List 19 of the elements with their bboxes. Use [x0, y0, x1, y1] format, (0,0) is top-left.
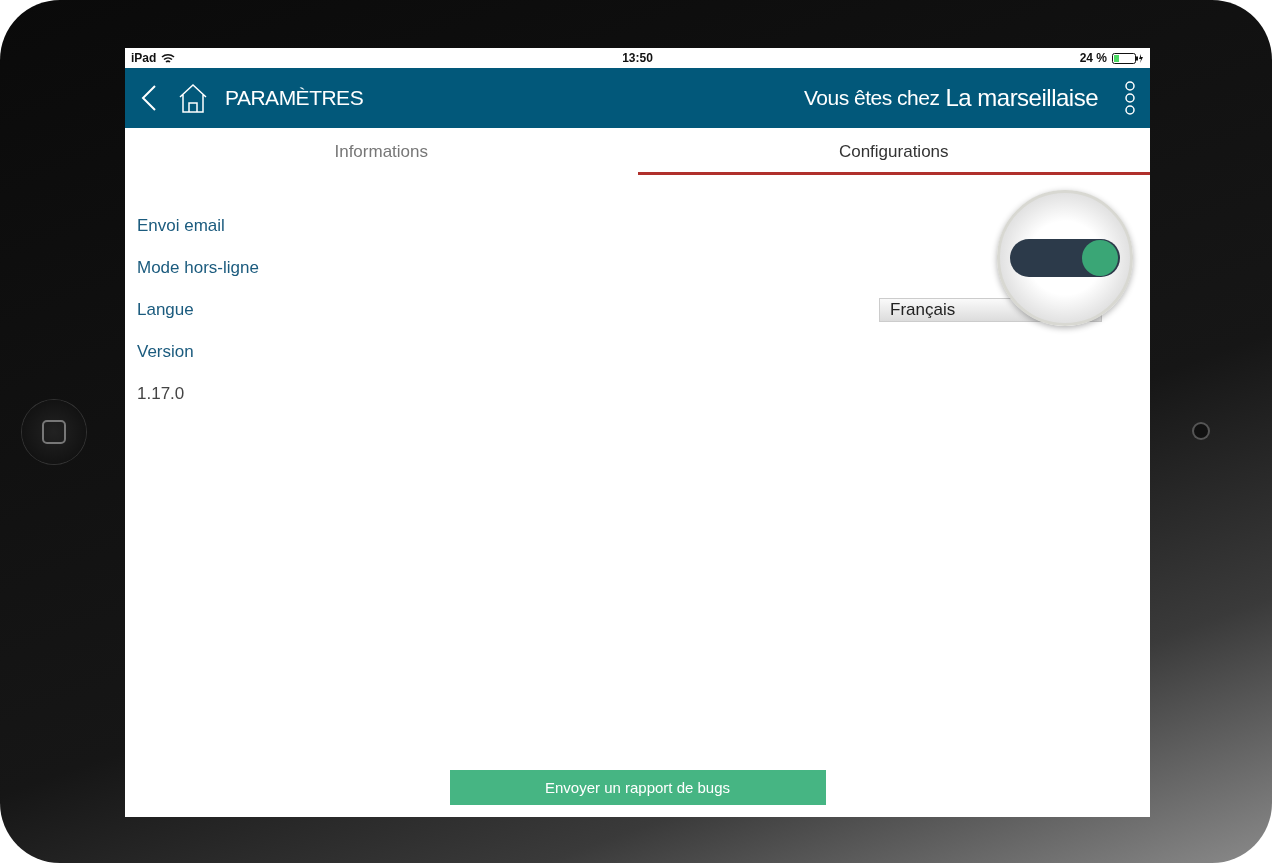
restaurant-name: La marseillaise — [945, 84, 1098, 112]
home-icon[interactable] — [177, 82, 209, 114]
wifi-icon — [161, 52, 176, 64]
toggle-switch[interactable] — [1010, 239, 1120, 277]
back-icon[interactable] — [141, 84, 157, 112]
clock: 13:50 — [622, 51, 653, 65]
setting-label: Version — [137, 342, 194, 362]
device-name: iPad — [131, 51, 157, 65]
battery-icon — [1112, 52, 1144, 64]
setting-label: Envoi email — [137, 216, 225, 236]
page-title: PARAMÈTRES — [225, 86, 364, 110]
battery-percentage: 24 % — [1079, 51, 1107, 65]
setting-label: Mode hors-ligne — [137, 258, 259, 278]
setting-label: Langue — [137, 300, 194, 320]
home-button[interactable] — [22, 400, 86, 464]
version-number: 1.17.0 — [137, 384, 185, 404]
greeting-text: Vous êtes chez — [804, 86, 940, 110]
more-icon[interactable] — [1124, 80, 1136, 116]
camera-icon — [1194, 424, 1208, 438]
